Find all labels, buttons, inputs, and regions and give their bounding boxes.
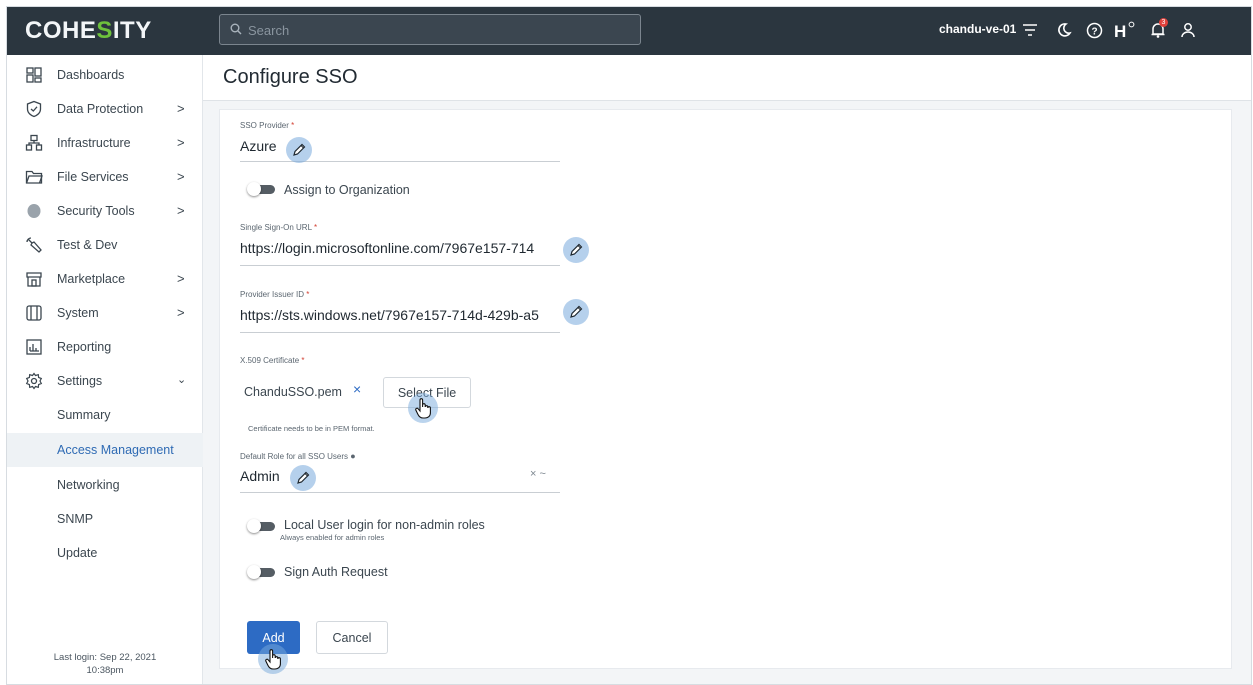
gear-icon [25, 372, 43, 390]
issuer-id-label: Provider Issuer ID * [240, 290, 310, 299]
page-header: Configure SSO [203, 55, 1251, 101]
sidebar-item-marketplace[interactable]: Marketplace > [7, 262, 203, 296]
certificate-label: X.509 Certificate * [240, 356, 305, 365]
sso-url-field[interactable]: https://login.microsoftonline.com/7967e1… [240, 240, 560, 256]
sso-provider-label: SSO Provider * [240, 121, 295, 130]
dashboard-icon [26, 67, 42, 83]
chevron-down-icon: ⌄ [177, 374, 187, 386]
filter-icon[interactable] [1019, 19, 1041, 41]
hand-cursor-icon [258, 644, 288, 674]
sidebar-subitem-update[interactable]: Update [7, 536, 203, 570]
system-icon [26, 305, 42, 321]
search-icon [230, 23, 242, 35]
page-title: Configure SSO [223, 66, 358, 88]
sidebar-item-file-services[interactable]: File Services > [7, 160, 203, 194]
default-role-label: Default Role for all SSO Users ● [240, 451, 356, 461]
sign-auth-request-label: Sign Auth Request [284, 565, 388, 579]
sidebar-item-data-protection[interactable]: Data Protection > [7, 92, 203, 126]
help-icon[interactable]: ? [1083, 19, 1105, 41]
assign-organization-toggle[interactable] [247, 182, 277, 196]
shield-icon [26, 100, 42, 118]
sidebar-item-test-dev[interactable]: Test & Dev [7, 228, 203, 262]
helios-icon[interactable]: H [1113, 19, 1135, 41]
issuer-id-field[interactable]: https://sts.windows.net/7967e157-714d-42… [240, 307, 560, 323]
cohesity-logo[interactable]: COHESITY [25, 17, 152, 45]
assign-organization-label: Assign to Organization [284, 183, 410, 197]
pencil-icon [286, 137, 312, 163]
top-bar: COHESITY chandu-ve-01 ? H 3 [7, 7, 1251, 55]
cluster-name[interactable]: chandu-ve-01 [939, 22, 1016, 36]
last-login-info: Last login: Sep 22, 2021 10:38pm [53, 652, 157, 676]
issuer-id-underline [240, 332, 560, 333]
certificate-hint: Certificate needs to be in PEM format. [248, 424, 375, 433]
infrastructure-icon [25, 134, 43, 151]
local-user-login-toggle[interactable] [247, 519, 277, 533]
local-user-login-hint: Always enabled for admin roles [280, 533, 385, 542]
sidebar-item-settings[interactable]: Settings ⌄ [7, 364, 203, 398]
pencil-icon [563, 237, 589, 263]
svg-text:H: H [1114, 22, 1126, 39]
security-icon [27, 204, 41, 218]
sidebar-item-dashboards[interactable]: Dashboards [7, 58, 203, 92]
certificate-filename: ChanduSSO.pem [244, 385, 342, 399]
sidebar-subitem-snmp[interactable]: SNMP [7, 502, 203, 536]
app-window: COHESITY chandu-ve-01 ? H 3 [6, 6, 1252, 685]
pencil-icon [290, 465, 316, 491]
moon-icon[interactable] [1053, 19, 1075, 41]
pencil-icon [563, 299, 589, 325]
svg-text:?: ? [1091, 26, 1097, 37]
remove-file-icon[interactable]: × [353, 381, 361, 397]
sidebar-item-system[interactable]: System > [7, 296, 203, 330]
hand-cursor-icon [408, 393, 438, 423]
local-user-login-label: Local User login for non-admin roles [284, 518, 485, 532]
sidebar-subitem-access-management[interactable]: Access Management [7, 433, 203, 467]
search-box[interactable] [219, 14, 641, 45]
search-input[interactable] [248, 19, 628, 41]
store-icon [26, 272, 42, 287]
default-role-underline [240, 492, 560, 493]
sso-url-underline [240, 265, 560, 266]
user-icon[interactable] [1177, 19, 1199, 41]
sidebar-subitem-summary[interactable]: Summary [7, 398, 203, 432]
wrench-icon [26, 237, 42, 253]
bell-icon[interactable]: 3 [1147, 18, 1169, 41]
sign-auth-request-toggle[interactable] [247, 565, 277, 579]
sidebar: Dashboards Data Protection > Infrastruct… [7, 55, 203, 684]
notification-badge: 3 [1159, 18, 1168, 27]
cancel-button[interactable]: Cancel [316, 621, 388, 654]
sidebar-item-security-tools[interactable]: Security Tools > [7, 194, 203, 228]
sidebar-item-reporting[interactable]: Reporting [7, 330, 203, 364]
sidebar-subitem-networking[interactable]: Networking [7, 468, 203, 502]
sso-url-label: Single Sign-On URL * [240, 223, 318, 232]
folder-icon [25, 170, 43, 184]
sso-provider-underline [240, 161, 560, 162]
report-icon [26, 339, 42, 355]
clear-role-icon[interactable]: × ~ [530, 468, 546, 480]
sidebar-item-infrastructure[interactable]: Infrastructure > [7, 126, 203, 160]
